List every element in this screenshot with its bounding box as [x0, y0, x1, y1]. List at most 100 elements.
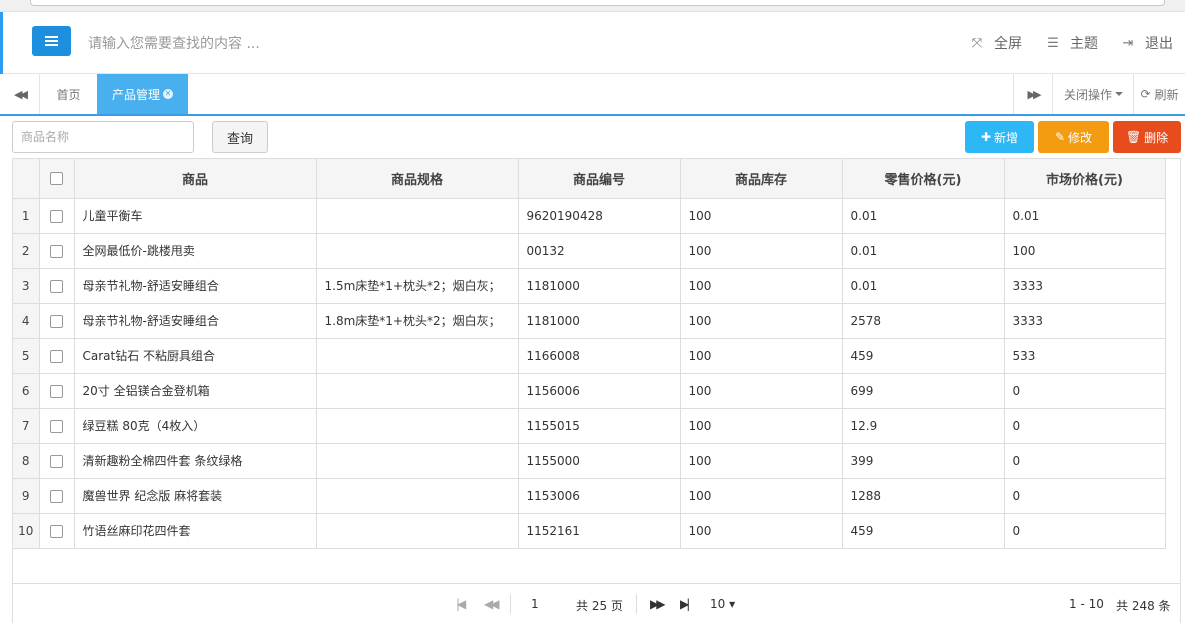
table-row[interactable]: 8 清新趣粉全棉四件套 条纹绿格 1155000 100 399 0	[13, 442, 1166, 479]
tab-product-management[interactable]: 产品管理 ✕	[97, 74, 188, 114]
cell-retail: 1288	[841, 477, 1005, 514]
cell-code: 1156006	[517, 372, 681, 409]
cell-spec	[315, 197, 519, 234]
cell-name: 竹语丝麻印花四件套	[73, 512, 317, 549]
cell-spec	[315, 232, 519, 269]
column-header[interactable]: 商品规格	[315, 159, 519, 199]
column-header[interactable]: 市场价格(元)	[1003, 159, 1166, 199]
query-button[interactable]: 查询	[212, 121, 268, 153]
cell-retail: 459	[841, 337, 1005, 374]
product-grid: 商品 商品规格 商品编号 商品库存 零售价格(元) 市场价格(元) 1 儿童平衡车…	[12, 158, 1181, 623]
range-label: 1 - 10	[1069, 597, 1104, 611]
theme-button[interactable]: ☰ 主题	[1045, 33, 1098, 53]
page-size-select[interactable]: 10 ▾	[710, 597, 735, 611]
row-checkbox[interactable]	[38, 512, 75, 549]
product-name-search-input[interactable]	[12, 121, 194, 153]
table-row[interactable]: 9 魔兽世界 纪念版 麻将套装 1153006 100 1288 0	[13, 477, 1166, 514]
cell-spec: 1.8m床垫*1+枕头*2；烟白灰；	[315, 302, 519, 339]
refresh-label: 刷新	[1154, 87, 1179, 102]
cell-spec	[315, 477, 519, 514]
tab-scroll-right-button[interactable]: ▶▶	[1013, 74, 1053, 114]
row-number-header	[13, 159, 40, 199]
cell-code: 1153006	[517, 477, 681, 514]
row-checkbox[interactable]	[38, 197, 75, 234]
cell-stock: 100	[679, 302, 843, 339]
global-search-input[interactable]: 请输入您需要查找的内容 ...	[88, 33, 260, 53]
column-header[interactable]: 商品编号	[517, 159, 681, 199]
close-operations-dropdown[interactable]: 关闭操作	[1054, 74, 1134, 114]
tab-scroll-left-button[interactable]: ◀◀	[0, 74, 40, 114]
caret-down-icon	[1115, 92, 1123, 96]
cell-code: 1181000	[517, 302, 681, 339]
tab-home[interactable]: 首页	[40, 74, 97, 114]
cell-name: 母亲节礼物-舒适安睡组合	[73, 267, 317, 304]
row-checkbox[interactable]	[38, 407, 75, 444]
last-page-icon[interactable]: ▶|	[680, 597, 690, 611]
refresh-button[interactable]: ⟳ 刷新	[1134, 74, 1185, 114]
table-row[interactable]: 1 儿童平衡车 9620190428 100 0.01 0.01	[13, 197, 1166, 234]
cell-market: 100	[1003, 232, 1166, 269]
backward-icon: ◀◀	[14, 87, 28, 101]
table-row[interactable]: 2 全网最低价-跳楼甩卖 00132 100 0.01 100	[13, 232, 1166, 269]
cell-stock: 100	[679, 267, 843, 304]
cell-code: 1152161	[517, 512, 681, 549]
table-header-row: 商品 商品规格 商品编号 商品库存 零售价格(元) 市场价格(元)	[13, 159, 1166, 199]
expand-icon: ⤧	[971, 35, 983, 51]
column-header[interactable]: 商品库存	[679, 159, 843, 199]
cell-spec	[315, 337, 519, 374]
cell-name: 清新趣粉全棉四件套 条纹绿格	[73, 442, 317, 479]
table-row[interactable]: 6 20寸 全铝镁合金登机箱 1156006 100 699 0	[13, 372, 1166, 409]
row-checkbox[interactable]	[38, 302, 75, 339]
cell-retail: 399	[841, 442, 1005, 479]
top-strip	[0, 0, 1185, 12]
column-header[interactable]: 商品	[73, 159, 317, 199]
table-row[interactable]: 4 母亲节礼物-舒适安睡组合 1.8m床垫*1+枕头*2；烟白灰； 1181000 10…	[13, 302, 1166, 339]
row-number: 1	[13, 197, 40, 234]
cell-market: 0	[1003, 442, 1166, 479]
cell-market: 0	[1003, 407, 1166, 444]
row-checkbox[interactable]	[38, 337, 75, 374]
table-row[interactable]: 10 竹语丝麻印花四件套 1152161 100 459 0	[13, 512, 1166, 549]
table-row[interactable]: 7 绿豆糕 80克（4枚入） 1155015 100 12.9 0	[13, 407, 1166, 444]
trash-icon: 🗑	[1125, 130, 1142, 144]
row-number: 4	[13, 302, 40, 339]
cell-stock: 100	[679, 372, 843, 409]
row-checkbox[interactable]	[38, 267, 75, 304]
menu-toggle-button[interactable]	[32, 26, 71, 56]
delete-button[interactable]: 🗑 删除	[1113, 121, 1181, 153]
cell-stock: 100	[679, 197, 843, 234]
table-row[interactable]: 3 母亲节礼物-舒适安睡组合 1.5m床垫*1+枕头*2；烟白灰； 1181000 10…	[13, 267, 1166, 304]
hamburger-icon	[45, 36, 58, 46]
cell-retail: 699	[841, 372, 1005, 409]
row-number: 7	[13, 407, 40, 444]
current-page-input[interactable]: 1	[531, 597, 539, 611]
edit-button[interactable]: ✎ 修改	[1038, 121, 1109, 153]
cell-spec	[315, 442, 519, 479]
first-page-icon[interactable]: |◀	[456, 597, 466, 611]
cell-code: 1181000	[517, 267, 681, 304]
cell-market: 533	[1003, 337, 1166, 374]
cell-retail: 12.9	[841, 407, 1005, 444]
cell-retail: 0.01	[841, 267, 1005, 304]
select-all-checkbox[interactable]	[38, 159, 75, 199]
row-checkbox[interactable]	[38, 232, 75, 269]
cell-code: 9620190428	[517, 197, 681, 234]
cell-retail: 2578	[841, 302, 1005, 339]
row-checkbox[interactable]	[38, 477, 75, 514]
tab-close-icon[interactable]: ✕	[163, 89, 173, 99]
refresh-icon: ⟳	[1140, 87, 1151, 101]
prev-page-icon[interactable]: ◀◀	[484, 597, 500, 611]
row-checkbox[interactable]	[38, 372, 75, 409]
next-page-icon[interactable]: ▶▶	[650, 597, 666, 611]
header: 请输入您需要查找的内容 ... ⤧ 全屏 ☰ 主题 ⇥ 退出	[3, 12, 1185, 74]
add-button[interactable]: ✚ 新增	[965, 121, 1034, 153]
table-row[interactable]: 5 Carat钻石 不粘厨具组合 1166008 100 459 533	[13, 337, 1166, 374]
cell-retail: 0.01	[841, 197, 1005, 234]
column-header[interactable]: 零售价格(元)	[841, 159, 1005, 199]
logout-button[interactable]: ⇥ 退出	[1120, 33, 1173, 53]
row-checkbox[interactable]	[38, 442, 75, 479]
cell-code: 1155000	[517, 442, 681, 479]
fullscreen-button[interactable]: ⤧ 全屏	[969, 33, 1022, 53]
cell-stock: 100	[679, 477, 843, 514]
cell-code: 00132	[517, 232, 681, 269]
